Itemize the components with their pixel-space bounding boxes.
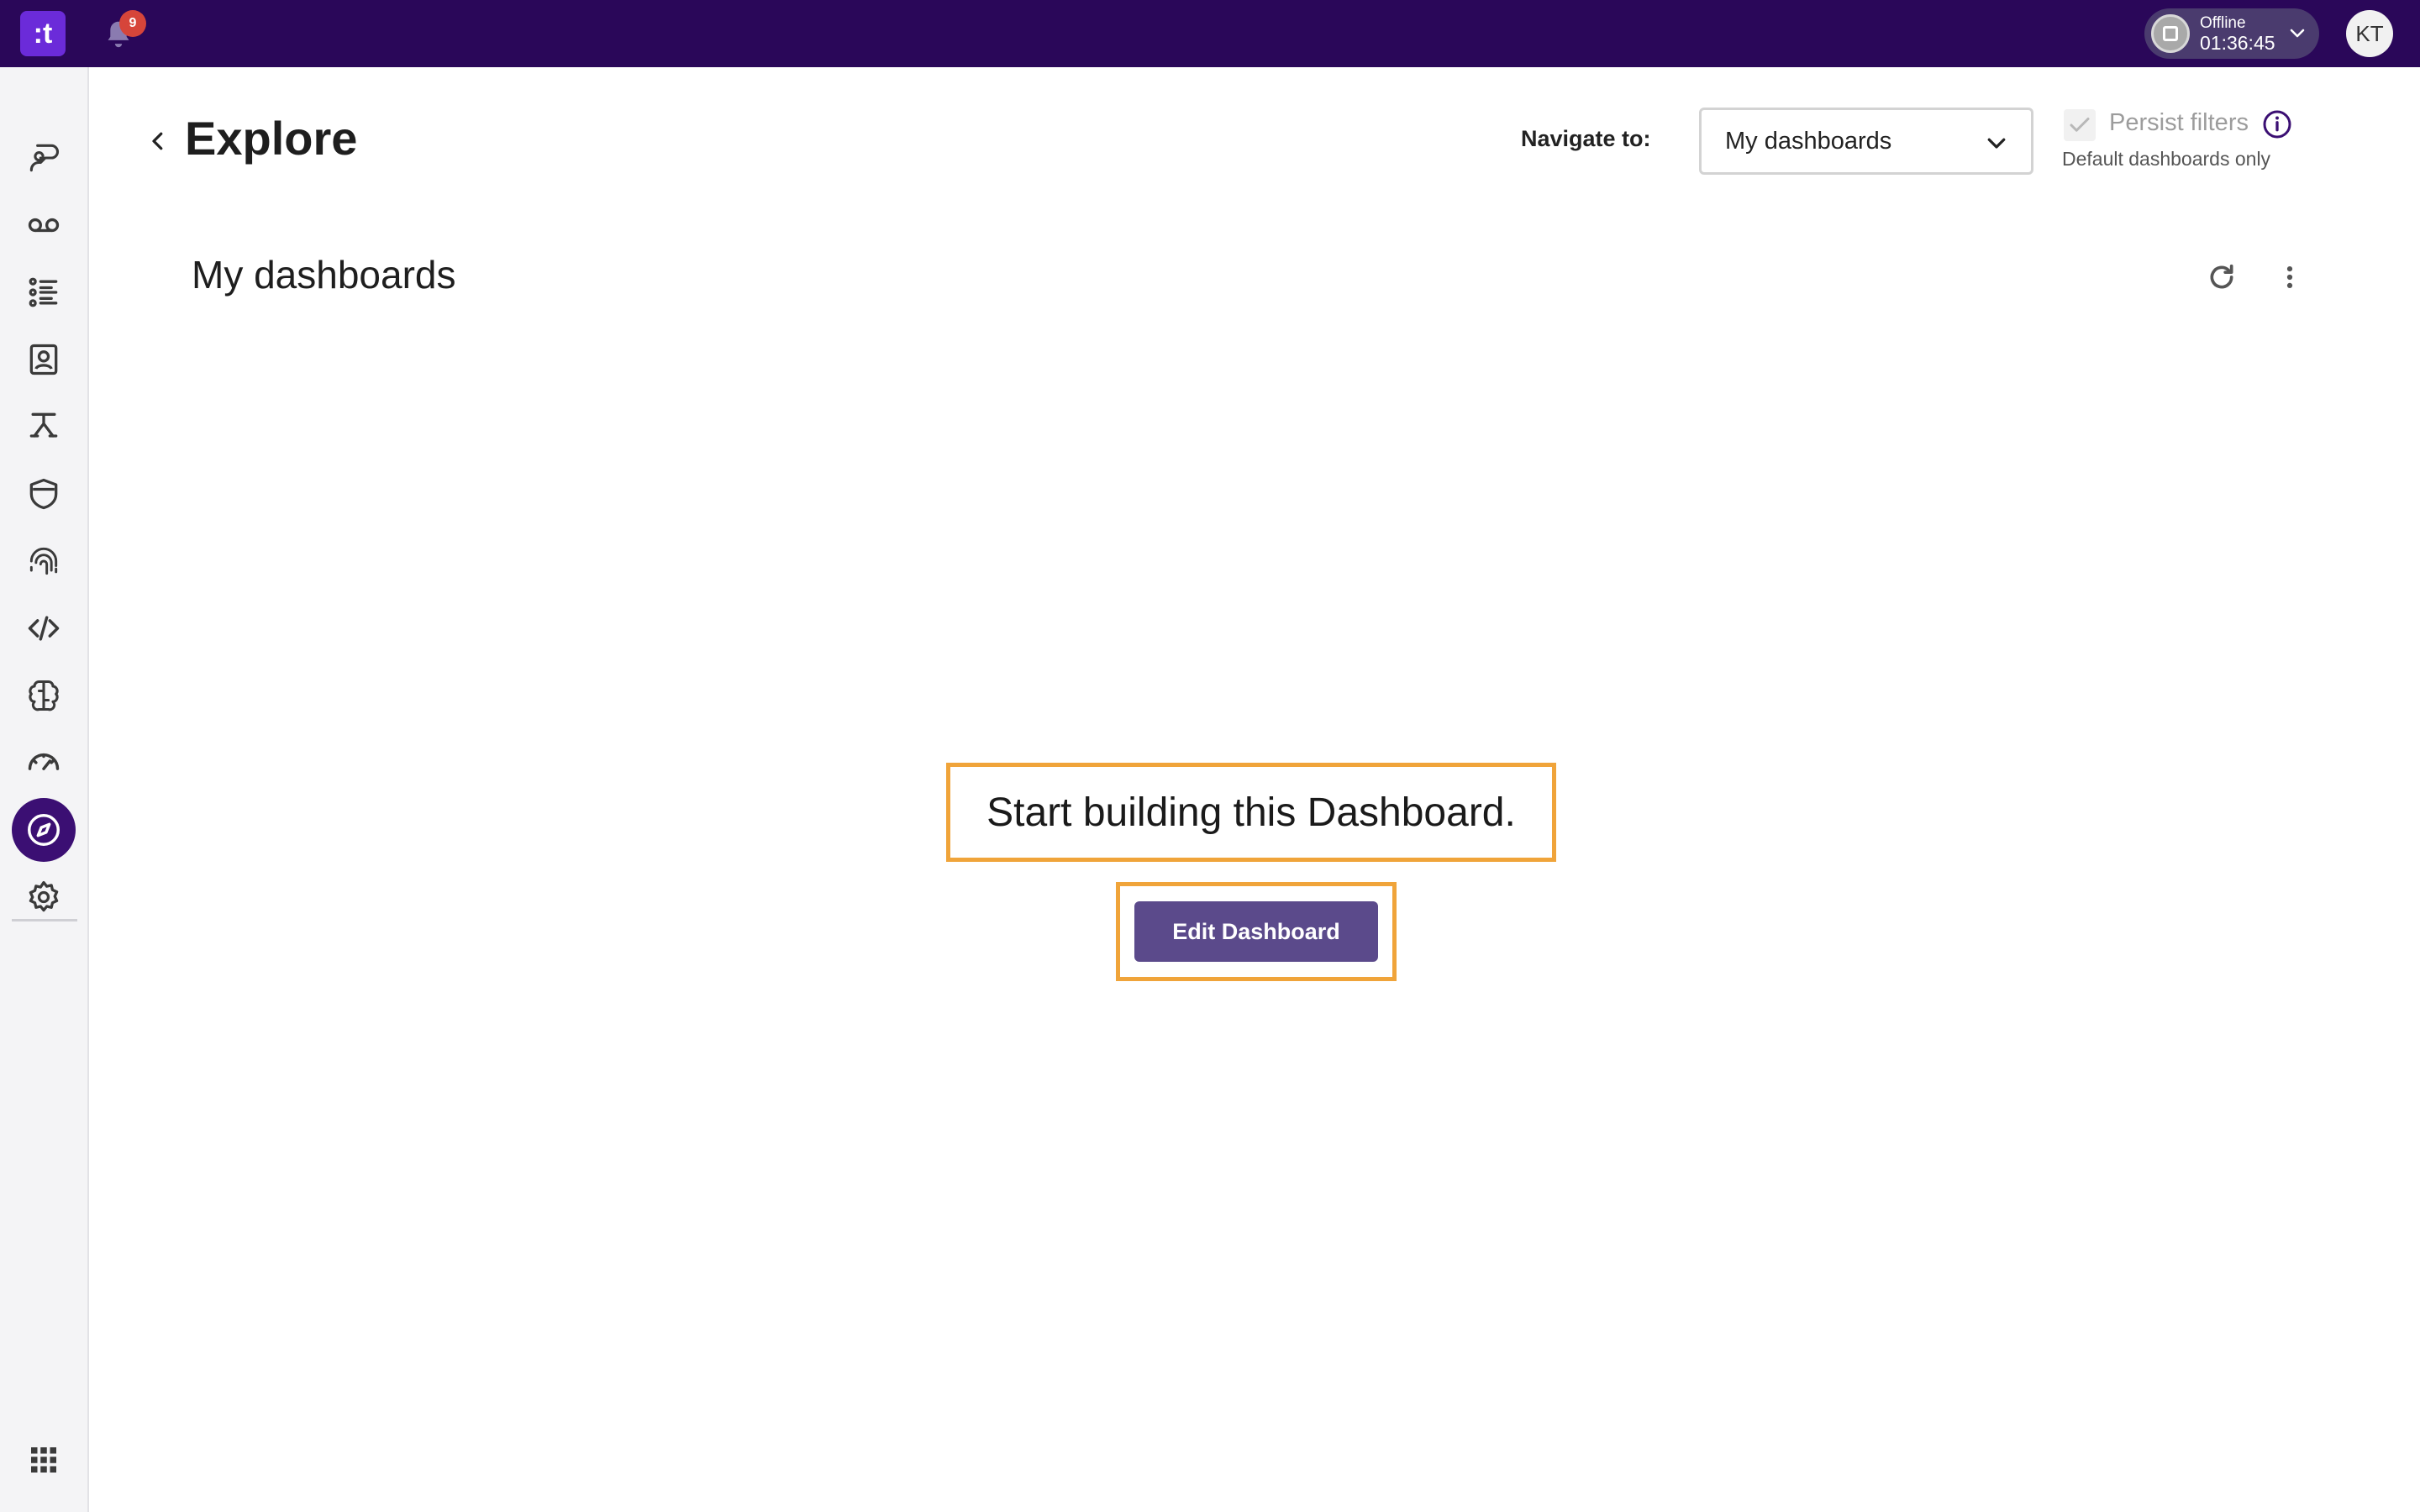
shield-icon[interactable] (12, 462, 76, 526)
sidebar-divider (12, 919, 77, 921)
back-arrow-icon[interactable] (139, 123, 176, 160)
status-indicator-icon (2151, 14, 2190, 53)
status-label: Offline (2200, 13, 2246, 32)
sidebar (0, 67, 89, 1512)
persist-filters-label: Persist filters (2109, 109, 2249, 136)
status-timer: 01:36:45 (2200, 31, 2275, 54)
chevron-down-icon (1987, 138, 2006, 149)
fingerprint-icon[interactable] (12, 529, 76, 593)
checkmark-icon (2070, 118, 2090, 132)
top-bar: :t 9 Offline 01:36:45 KT (0, 0, 2420, 67)
info-icon[interactable] (2262, 109, 2292, 139)
navigate-to-value: My dashboards (1725, 127, 1892, 155)
voicemail-icon[interactable] (12, 193, 76, 257)
persist-filters-note: Default dashboards only (2062, 148, 2271, 170)
chevron-down-icon (2290, 29, 2305, 38)
app-logo[interactable]: :t (20, 11, 66, 56)
more-options-icon[interactable] (2277, 260, 2302, 294)
list-icon[interactable] (12, 260, 76, 324)
agent-status-dropdown[interactable]: Offline 01:36:45 (2144, 8, 2319, 59)
page-title: Explore (185, 112, 358, 165)
notifications-count-badge: 9 (119, 10, 146, 37)
code-icon[interactable] (12, 596, 76, 660)
compass-icon[interactable] (12, 798, 76, 862)
contacts-icon[interactable] (12, 328, 76, 391)
routing-icon[interactable] (12, 395, 76, 459)
app-grid-icon[interactable] (12, 1428, 76, 1492)
navigate-to-select[interactable]: My dashboards (1699, 108, 2033, 175)
persist-filters-checkbox[interactable] (2064, 109, 2096, 141)
user-avatar[interactable]: KT (2346, 10, 2393, 57)
dashboard-title: My dashboards (192, 253, 456, 297)
conversations-icon[interactable] (12, 126, 76, 190)
empty-dashboard-message: Start building this Dashboard. (946, 763, 1556, 862)
refresh-icon[interactable] (2205, 260, 2238, 294)
edit-dashboard-button[interactable]: Edit Dashboard (1134, 901, 1378, 962)
gauge-icon[interactable] (12, 729, 76, 793)
brain-icon[interactable] (12, 664, 76, 727)
edit-dashboard-highlight: Edit Dashboard (1116, 882, 1397, 981)
navigate-to-label: Navigate to: (1521, 126, 1651, 151)
